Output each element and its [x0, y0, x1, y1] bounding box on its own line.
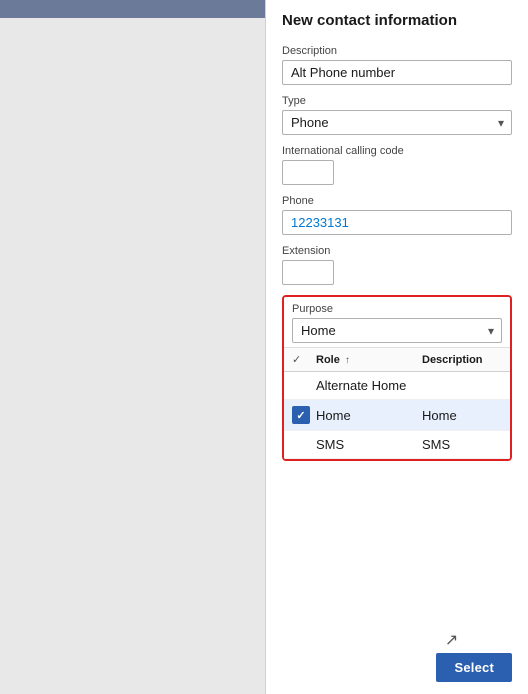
left-panel: [0, 0, 265, 694]
phone-input[interactable]: [282, 210, 512, 235]
type-field-group: Type Phone Email URL: [282, 95, 512, 135]
row-role-alternate-home: Alternate Home: [316, 378, 422, 393]
intl-code-field-group: International calling code: [282, 145, 512, 185]
form-footer: ↖ Select: [266, 634, 528, 694]
col-description-header: Description: [422, 354, 502, 366]
check-box-selected-icon: ✓: [292, 406, 310, 424]
page-title: New contact information: [282, 12, 512, 29]
extension-label: Extension: [282, 245, 512, 257]
col-role-header: Role ↑: [316, 354, 422, 366]
type-select[interactable]: Phone Email URL: [282, 110, 512, 135]
description-field-group: Description: [282, 45, 512, 85]
purpose-label: Purpose: [292, 303, 502, 315]
table-header-row: ✓ Role ↑ Description: [284, 348, 510, 372]
row-desc-home: Home: [422, 408, 502, 423]
table-row[interactable]: ✓ Home Home: [284, 400, 510, 431]
purpose-select[interactable]: Home Business Other: [292, 318, 502, 343]
right-panel: New contact information Description Type…: [265, 0, 528, 694]
purpose-dropdown-container: Purpose Home Business Other ✓: [282, 295, 512, 461]
role-label: Role: [316, 354, 340, 366]
row-desc-sms: SMS: [422, 437, 502, 452]
extension-field-group: Extension: [282, 245, 512, 285]
cursor-icon: ↖: [445, 630, 458, 650]
extension-input[interactable]: [282, 260, 334, 285]
row-role-home: Home: [316, 408, 422, 423]
purpose-select-wrapper: Home Business Other: [292, 318, 502, 343]
purpose-table: ✓ Role ↑ Description Alternate Home: [284, 347, 510, 459]
phone-label: Phone: [282, 195, 512, 207]
table-row[interactable]: Alternate Home: [284, 372, 510, 400]
description-input[interactable]: [282, 60, 512, 85]
form-header: New contact information: [266, 0, 528, 37]
sort-arrow-icon: ↑: [345, 355, 350, 366]
intl-code-input[interactable]: [282, 160, 334, 185]
select-button[interactable]: Select: [436, 653, 512, 682]
row-role-sms: SMS: [316, 437, 422, 452]
phone-field-group: Phone: [282, 195, 512, 235]
purpose-field-group: Purpose Home Business Other: [284, 297, 510, 347]
row-check-home: ✓: [292, 406, 316, 424]
type-label: Type: [282, 95, 512, 107]
intl-code-label: International calling code: [282, 145, 512, 157]
type-select-wrapper: Phone Email URL: [282, 110, 512, 135]
table-row[interactable]: SMS SMS: [284, 431, 510, 459]
left-panel-body: [0, 18, 265, 38]
description-label: Description: [282, 45, 512, 57]
left-panel-header: [0, 0, 265, 18]
form-body: Description Type Phone Email URL Interna…: [266, 37, 528, 634]
col-check-header: ✓: [292, 353, 316, 366]
